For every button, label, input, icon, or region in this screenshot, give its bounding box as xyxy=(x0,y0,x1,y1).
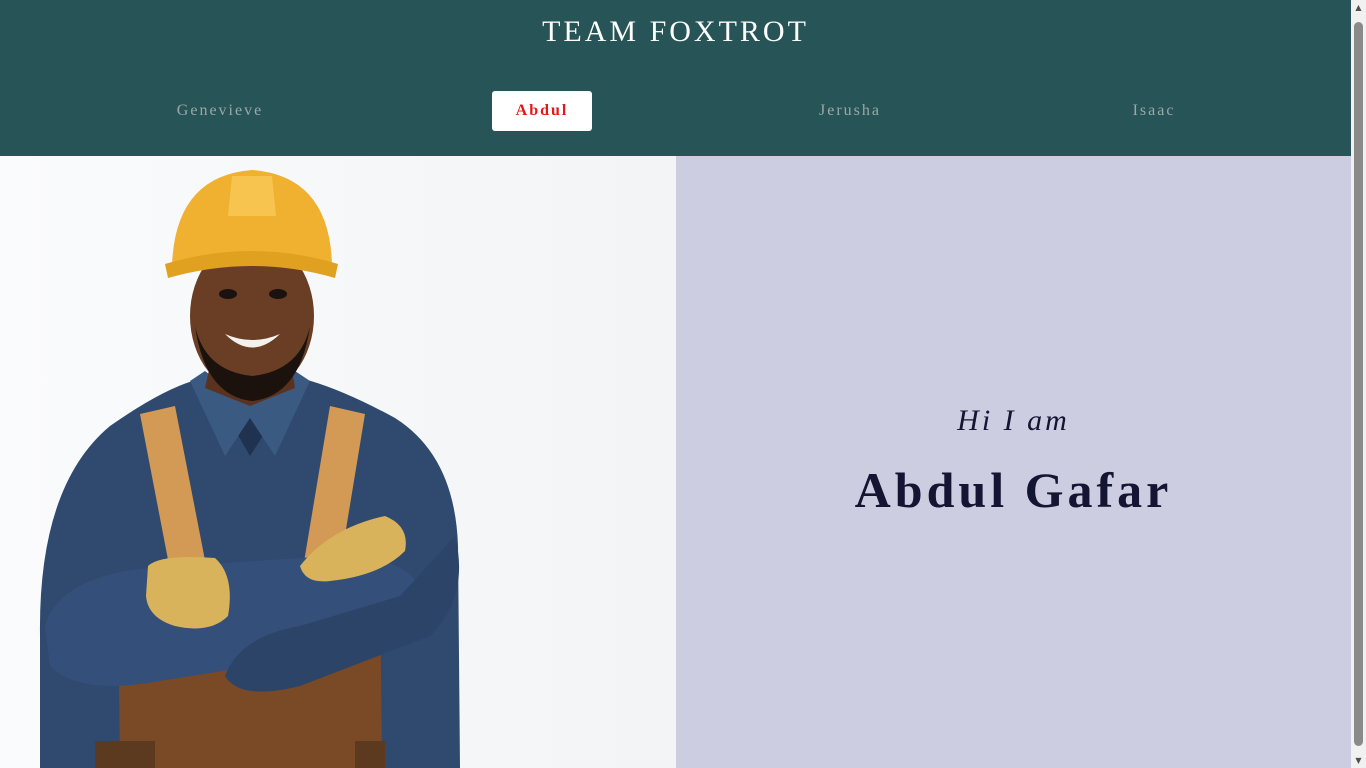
nav-item-jerusha[interactable]: Jerusha xyxy=(800,91,900,131)
nav-item-genevieve[interactable]: Genevieve xyxy=(170,91,270,131)
worker-portrait xyxy=(39,170,460,768)
nav-item-abdul[interactable]: Abdul xyxy=(492,91,592,131)
greeting-text: Hi I am xyxy=(957,404,1070,437)
intro-panel: Hi I am Abdul Gafar xyxy=(676,156,1351,768)
site-header: TEAM FOXTROT Genevieve Abdul Jerusha Isa… xyxy=(0,0,1351,156)
profile-name: Abdul Gafar xyxy=(854,462,1173,518)
profile-photo xyxy=(0,156,676,768)
site-title: TEAM FOXTROT xyxy=(542,15,809,48)
scroll-up-arrow-icon[interactable]: ▲ xyxy=(1351,0,1366,15)
scroll-down-arrow-icon[interactable]: ▼ xyxy=(1351,753,1366,768)
nav-item-isaac[interactable]: Isaac xyxy=(1104,91,1204,131)
scroll-thumb[interactable] xyxy=(1354,22,1363,746)
vertical-scrollbar[interactable]: ▲ ▼ xyxy=(1351,0,1366,768)
